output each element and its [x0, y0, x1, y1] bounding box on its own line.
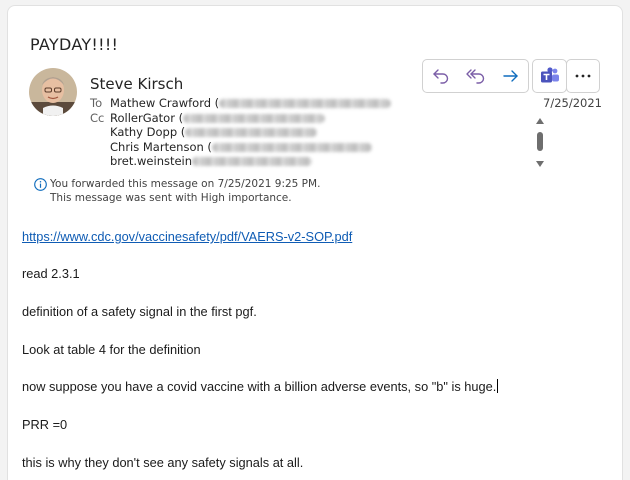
forward-button[interactable]: [493, 60, 528, 92]
teams-icon: [540, 67, 559, 83]
body-paragraph: this is why they don't see any safety si…: [22, 455, 304, 470]
to-label: To: [90, 96, 103, 110]
redacted-email: [211, 142, 372, 152]
cc-row: Cc RollerGator (: [90, 111, 391, 126]
body-paragraph: PRR =0: [22, 417, 68, 432]
info-importance: This message was sent with High importan…: [50, 191, 292, 204]
redacted-email: [183, 113, 326, 123]
redacted-email: [192, 157, 313, 166]
more-actions-button[interactable]: [566, 59, 600, 93]
recipient-name[interactable]: Mathew Crawford (: [110, 96, 219, 111]
recipient-name[interactable]: RollerGator (: [110, 111, 183, 126]
reply-all-button[interactable]: [458, 60, 493, 92]
recipients: To Mathew Crawford ( Cc RollerGator ( Ka…: [90, 96, 392, 169]
recipient-name[interactable]: bret.weinstein: [110, 154, 192, 169]
cc-row: Chris Martenson (: [90, 140, 391, 155]
cc-label: Cc: [90, 110, 105, 125]
scroll-thumb[interactable]: [537, 132, 543, 151]
info-forwarded: You forwarded this message on 7/25/2021 …: [50, 178, 321, 190]
email-date: 7/25/2021: [543, 96, 602, 110]
body-paragraph-with-caret: now suppose you have a covid vaccine wit…: [22, 379, 499, 394]
message-info: You forwarded this message on 7/25/2021 …: [34, 178, 320, 205]
reply-button[interactable]: [423, 60, 458, 92]
email-subject: PAYDAY!!!!: [30, 35, 119, 54]
body-link[interactable]: https://www.cdc.gov/vaccinesafety/pdf/VA…: [22, 229, 352, 244]
reply-button-group: [422, 59, 529, 93]
more-icon: [575, 74, 591, 78]
body-paragraph: Look at table 4 for the definition: [22, 342, 201, 357]
redacted-email: [185, 128, 318, 137]
info-icon: [34, 178, 47, 191]
scroll-down-icon[interactable]: [536, 161, 544, 167]
sender-name[interactable]: Steve Kirsch: [90, 75, 183, 93]
body-paragraph: now suppose you have a covid vaccine wit…: [22, 379, 497, 394]
email-reading-pane: PAYDAY!!!! Steve Kirsch 7/25/2021 To Mat…: [7, 5, 623, 480]
recipients-scrollbar[interactable]: [535, 118, 545, 174]
to-row: To Mathew Crawford (: [90, 96, 392, 111]
recipient-name[interactable]: Kathy Dopp (: [110, 125, 185, 140]
reply-all-icon: [465, 69, 484, 84]
sender-avatar: [29, 68, 77, 116]
body-paragraph: read 2.3.1: [22, 266, 80, 281]
body-paragraph: definition of a safety signal in the fir…: [22, 304, 257, 319]
reply-icon: [432, 69, 448, 84]
scroll-up-icon[interactable]: [536, 118, 544, 124]
recipient-name[interactable]: Chris Martenson (: [110, 140, 212, 155]
text-cursor: [497, 379, 499, 393]
cc-row: Kathy Dopp (: [90, 125, 391, 140]
cc-row: bret.weinstein: [90, 154, 391, 169]
share-to-teams-button[interactable]: [532, 59, 567, 93]
forward-icon: [502, 70, 518, 82]
message-actions: [422, 59, 529, 93]
redacted-email: [219, 99, 392, 108]
